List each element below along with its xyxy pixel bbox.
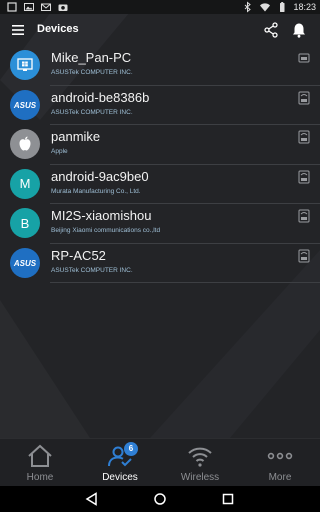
camera-icon — [58, 4, 68, 11]
wifi-band-icon — [298, 130, 310, 144]
gallery-icon — [24, 3, 34, 11]
wired-connection-icon — [298, 53, 310, 63]
device-name: android-be8386b — [51, 89, 150, 105]
page-title: Devices — [37, 23, 79, 35]
svg-text:ASUS: ASUS — [13, 259, 37, 268]
asus-logo-icon: ASUS — [13, 259, 37, 268]
share-icon[interactable] — [262, 21, 280, 39]
wifi-icon — [260, 3, 271, 12]
device-vendor: Beijing Xiaomi communications co.,ltd — [51, 227, 161, 234]
device-avatar: B — [10, 208, 40, 238]
device-row[interactable]: ASUS android-be8386b ASUSTek COMPUTER IN… — [0, 86, 320, 126]
device-vendor: ASUSTek COMPUTER INC. — [51, 108, 133, 116]
device-row[interactable]: B MI2S-xiaomishou Beijing Xiaomi communi… — [0, 204, 320, 244]
asus-logo-icon: ASUS — [13, 101, 37, 110]
recents-icon[interactable] — [220, 491, 236, 507]
status-time: 18:23 — [293, 2, 316, 12]
avatar-letter: B — [20, 215, 30, 231]
device-vendor: Murata Manufacturing Co., Ltd. — [51, 187, 141, 195]
devices-count-badge: 6 — [124, 442, 138, 456]
device-vendor: ASUSTek COMPUTER INC. — [51, 266, 133, 274]
device-avatar: M — [10, 168, 40, 199]
status-bar: 18:23 — [0, 0, 320, 14]
wifi-band-icon — [298, 249, 310, 262]
nav-home[interactable]: Home — [0, 439, 80, 487]
hamburger-menu-icon[interactable] — [10, 21, 28, 39]
device-avatar — [10, 129, 40, 159]
nav-wireless-label: Wireless — [180, 472, 220, 483]
nav-devices-label: Devices — [102, 472, 138, 483]
screen: 18:23 Devices Mike_Pan-PC ASUSTek COMPUT… — [0, 0, 320, 512]
device-row[interactable]: panmike Apple — [0, 125, 320, 165]
device-vendor: Apple — [51, 148, 68, 155]
back-icon[interactable] — [84, 491, 100, 507]
windows-icon — [17, 58, 33, 71]
nav-more[interactable]: More — [240, 439, 320, 487]
device-name: RP-AC52 — [51, 247, 106, 263]
wifi-band-icon — [298, 170, 310, 183]
wifi-band-icon — [298, 209, 310, 223]
svg-text:ASUS: ASUS — [13, 101, 37, 110]
bluetooth-icon — [245, 1, 252, 13]
device-name: android-9ac9be0 — [51, 168, 149, 184]
device-list: Mike_Pan-PC ASUSTek COMPUTER INC. ASUS a… — [0, 46, 320, 283]
device-row[interactable]: Mike_Pan-PC ASUSTek COMPUTER INC. — [0, 46, 320, 86]
device-row[interactable]: ASUS RP-AC52 ASUSTek COMPUTER INC. — [0, 244, 320, 284]
device-avatar: ASUS — [10, 89, 40, 120]
device-avatar — [10, 50, 40, 80]
notification-icon — [7, 2, 17, 12]
wifi-icon — [188, 447, 212, 467]
wifi-band-icon — [298, 91, 310, 104]
nav-devices[interactable]: 6 Devices — [80, 439, 160, 487]
battery-icon — [280, 2, 285, 12]
bottom-navigation: Home 6 Devices Wireless More — [0, 438, 320, 487]
device-row[interactable]: M android-9ac9be0 Murata Manufacturing C… — [0, 165, 320, 205]
nav-home-label: Home — [26, 472, 54, 483]
device-name: Mike_Pan-PC — [51, 50, 132, 65]
notifications-bell-icon[interactable] — [290, 21, 308, 39]
device-name: panmike — [51, 129, 101, 144]
more-dots-icon — [267, 452, 293, 460]
nav-wireless[interactable]: Wireless — [160, 439, 240, 487]
device-avatar: ASUS — [10, 247, 40, 278]
home-icon — [28, 444, 52, 467]
apple-icon — [19, 136, 31, 151]
device-name: MI2S-xiaomishou — [51, 208, 152, 223]
mail-icon — [41, 3, 51, 11]
app-bar: Devices — [0, 14, 320, 46]
avatar-letter: M — [19, 176, 31, 191]
system-navigation-bar — [0, 486, 320, 512]
device-vendor: ASUSTek COMPUTER INC. — [51, 69, 133, 76]
nav-more-label: More — [268, 472, 292, 483]
home-circle-icon[interactable] — [152, 491, 168, 507]
